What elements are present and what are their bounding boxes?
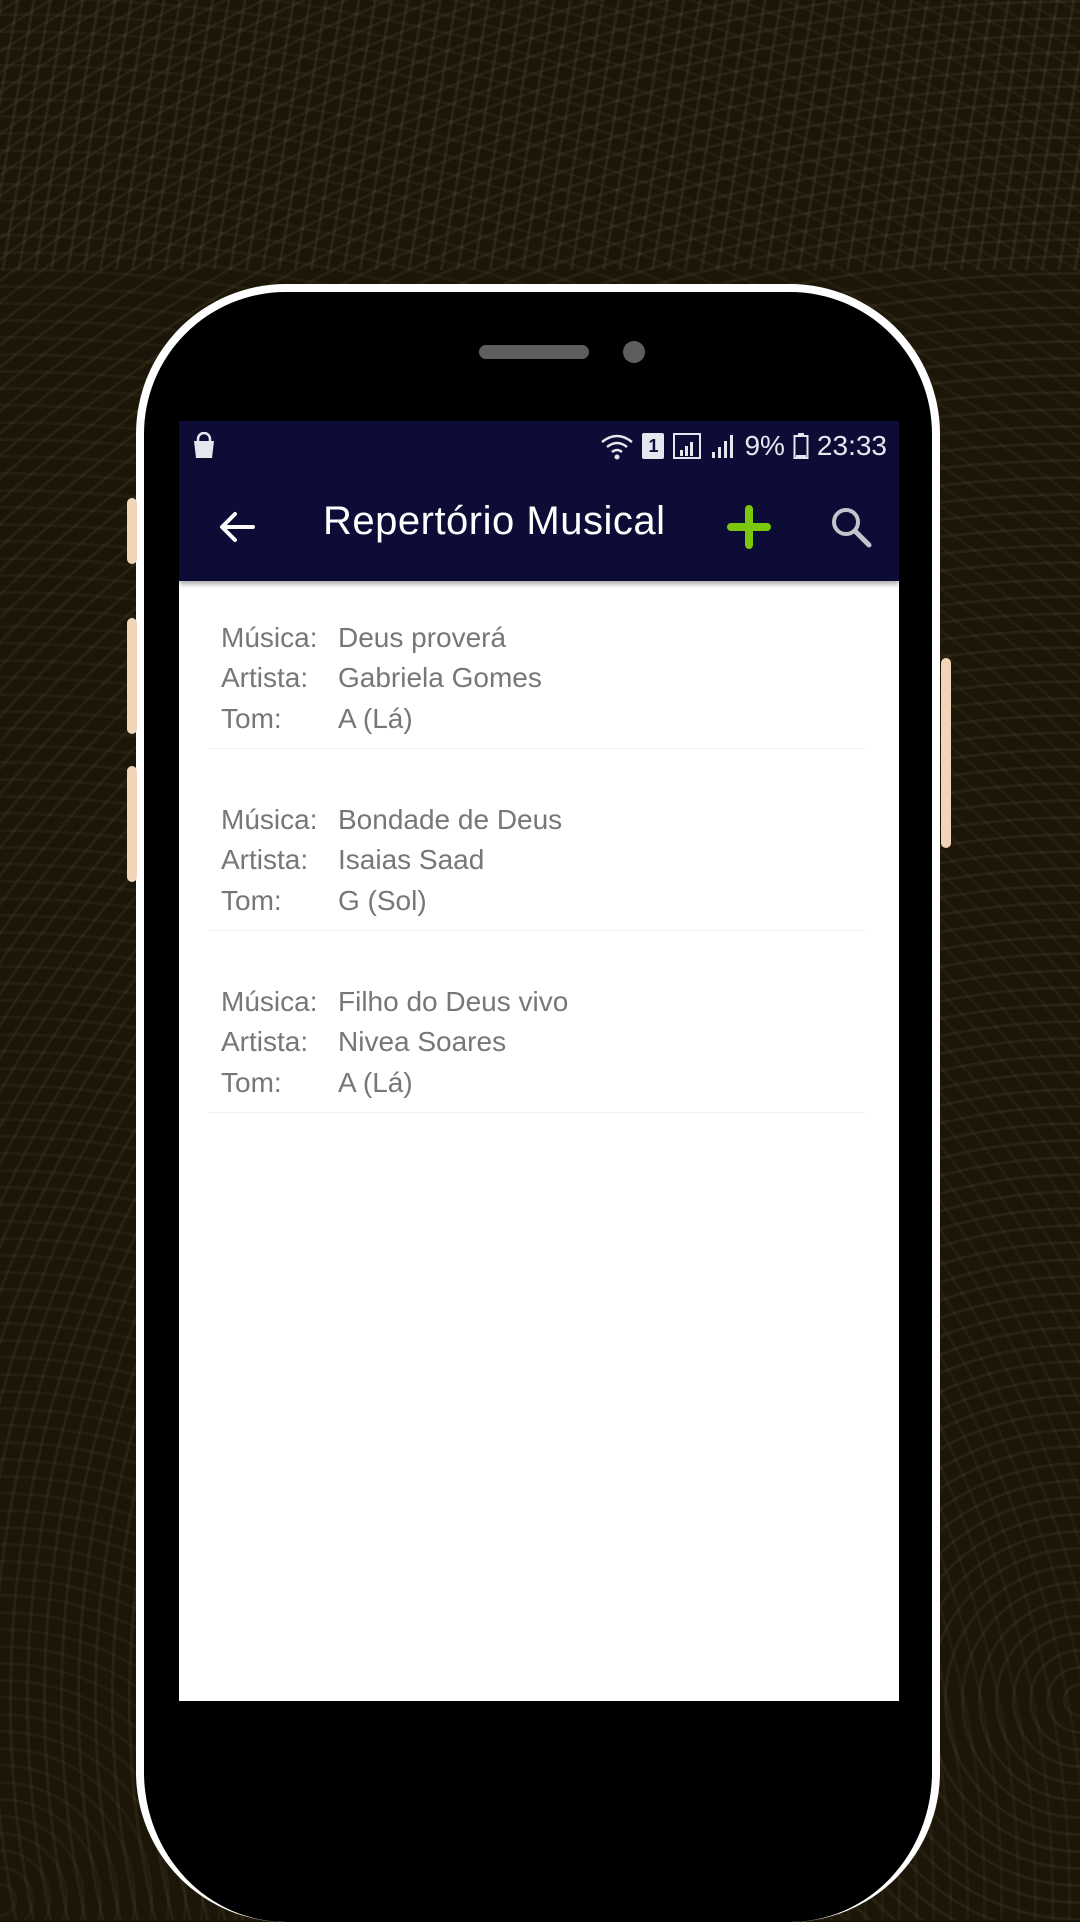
sim-icon: 1 bbox=[642, 433, 665, 459]
phone-side-button bbox=[127, 498, 137, 564]
add-song-button[interactable] bbox=[723, 501, 775, 553]
battery-icon bbox=[793, 433, 809, 459]
phone-side-button bbox=[127, 766, 137, 882]
key-value: A (Lá) bbox=[338, 702, 413, 734]
phone-side-button bbox=[127, 618, 137, 734]
key-label: Tom: bbox=[221, 884, 282, 916]
music-label: Música: bbox=[221, 622, 318, 653]
artist-label: Artista: bbox=[221, 662, 309, 694]
status-time: 23:33 bbox=[816, 430, 887, 461]
artist-value: Isaias Saad bbox=[338, 844, 485, 876]
artist-label: Artista: bbox=[221, 1026, 309, 1058]
artist-label: Artista: bbox=[221, 844, 309, 876]
phone-screen: 1 9% 23:33 Repertório Musical Música: De… bbox=[179, 421, 899, 1701]
back-button[interactable] bbox=[213, 503, 261, 551]
phone-power-button bbox=[941, 658, 951, 848]
shopping-bag-icon bbox=[194, 432, 214, 458]
phone-camera bbox=[623, 341, 645, 363]
signal-icon bbox=[673, 433, 702, 459]
song-card[interactable]: Música: Bondade de Deus Artista: Isaias … bbox=[209, 793, 865, 931]
wifi-icon bbox=[601, 434, 634, 460]
search-icon bbox=[832, 508, 872, 548]
key-value: A (Lá) bbox=[338, 1066, 413, 1098]
signal-icon bbox=[712, 435, 734, 458]
plus-icon bbox=[727, 505, 771, 549]
background-pattern-top bbox=[0, 0, 1080, 270]
phone-speaker bbox=[479, 345, 589, 359]
key-value: G (Sol) bbox=[338, 884, 427, 916]
artist-value: Nivea Soares bbox=[338, 1026, 507, 1058]
music-value: Deus proverá bbox=[338, 622, 507, 653]
song-card[interactable]: Música: Filho do Deus vivo Artista: Nive… bbox=[209, 975, 865, 1113]
app-bar: Repertório Musical bbox=[179, 471, 899, 581]
status-bar: 1 9% 23:33 bbox=[179, 421, 899, 471]
search-button[interactable] bbox=[827, 503, 875, 551]
sim-label: 1 bbox=[648, 435, 659, 456]
artist-value: Gabriela Gomes bbox=[338, 662, 542, 694]
key-label: Tom: bbox=[221, 1066, 282, 1098]
song-list: Música: Deus proverá Artista: Gabriela G… bbox=[209, 611, 865, 1157]
music-value: Filho do Deus vivo bbox=[338, 986, 569, 1017]
key-label: Tom: bbox=[221, 702, 282, 734]
page-title: Repertório Musical bbox=[323, 499, 666, 543]
arrow-back-icon bbox=[220, 512, 255, 542]
song-card[interactable]: Música: Deus proverá Artista: Gabriela G… bbox=[209, 611, 865, 749]
music-label: Música: bbox=[221, 804, 318, 835]
music-label: Música: bbox=[221, 986, 318, 1017]
music-value: Bondade de Deus bbox=[338, 804, 563, 835]
battery-percent: 9% bbox=[744, 430, 785, 461]
